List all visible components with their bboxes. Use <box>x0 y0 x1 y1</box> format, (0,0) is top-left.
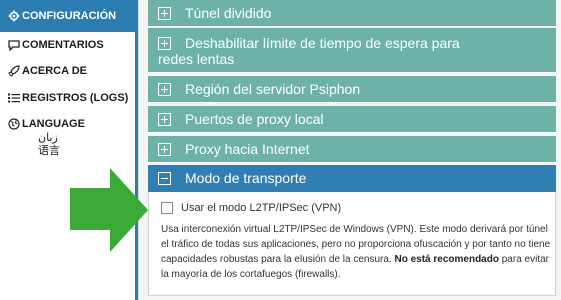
desc-warning: No está recomendado <box>394 254 499 265</box>
sidebar-item-label: REGISTROS (LOGS) <box>22 92 129 104</box>
panel-title: Túnel dividido <box>185 5 272 21</box>
panel-title: Región del servidor Psiphon <box>185 81 361 97</box>
sidebar-accent-edge <box>135 0 138 300</box>
green-arrow-icon <box>70 168 148 252</box>
panel-upstream-proxy[interactable]: Proxy hacia Internet <box>148 136 556 163</box>
language-alternatives: زبان 语言 <box>38 132 60 158</box>
settings-accordion: Túnel dividido Deshabilitar límite de ti… <box>148 0 556 300</box>
panel-region[interactable]: Región del servidor Psiphon <box>148 76 556 103</box>
panel-title: Deshabilitar límite de tiempo de espera … <box>158 35 460 67</box>
vpn-mode-checkbox[interactable] <box>161 202 173 214</box>
sidebar-item-label: ACERCA DE <box>22 65 87 77</box>
vpn-mode-description: Usa interconexión virtual L2TP/IPSec de … <box>161 222 553 282</box>
panel-local-proxy-ports[interactable]: Puertos de proxy local <box>148 106 556 133</box>
speech-bubble-icon <box>8 39 20 51</box>
sidebar-item-registros[interactable]: REGISTROS (LOGS) <box>0 91 138 105</box>
expand-plus-icon <box>158 83 171 96</box>
sidebar-item-label: LANGUAGE <box>22 118 85 130</box>
vpn-mode-label: Usar el modo L2TP/IPSec (VPN) <box>181 202 342 214</box>
sidebar-item-acerca-de[interactable]: ACERCA DE <box>0 64 138 78</box>
panel-title: Puertos de proxy local <box>185 111 324 127</box>
rocket-icon <box>8 65 20 77</box>
expand-plus-icon <box>158 143 171 156</box>
list-icon <box>8 92 20 104</box>
collapse-minus-icon <box>158 172 171 185</box>
panel-split-tunnel[interactable]: Túnel dividido <box>148 0 556 27</box>
sidebar-item-label: CONFIGURACIÓN <box>22 10 117 22</box>
expand-plus-icon <box>158 7 171 20</box>
panel-title: Proxy hacia Internet <box>185 141 310 157</box>
expand-plus-icon <box>158 113 171 126</box>
language-alt-chinese[interactable]: 语言 <box>38 145 60 158</box>
vpn-mode-option[interactable]: Usar el modo L2TP/IPSec (VPN) <box>161 202 341 214</box>
sidebar: CONFIGURACIÓN COMENTARIOS ACERCA DE REGI… <box>0 0 139 300</box>
sidebar-item-comentarios[interactable]: COMENTARIOS <box>0 38 138 52</box>
globe-icon <box>8 118 20 130</box>
panel-transport-mode[interactable]: Modo de transporte <box>148 165 556 192</box>
language-alt-persian[interactable]: زبان <box>38 132 60 145</box>
sidebar-item-label: COMENTARIOS <box>22 39 104 51</box>
sidebar-item-language[interactable]: LANGUAGE <box>0 117 138 131</box>
panel-disable-timeouts[interactable]: Deshabilitar límite de tiempo de espera … <box>148 28 556 73</box>
sidebar-item-configuracion[interactable]: CONFIGURACIÓN <box>0 0 138 32</box>
gear-icon <box>8 10 20 22</box>
panel-title: Modo de transporte <box>185 170 307 186</box>
transport-mode-content: Usar el modo L2TP/IPSec (VPN) Usa interc… <box>148 192 556 296</box>
